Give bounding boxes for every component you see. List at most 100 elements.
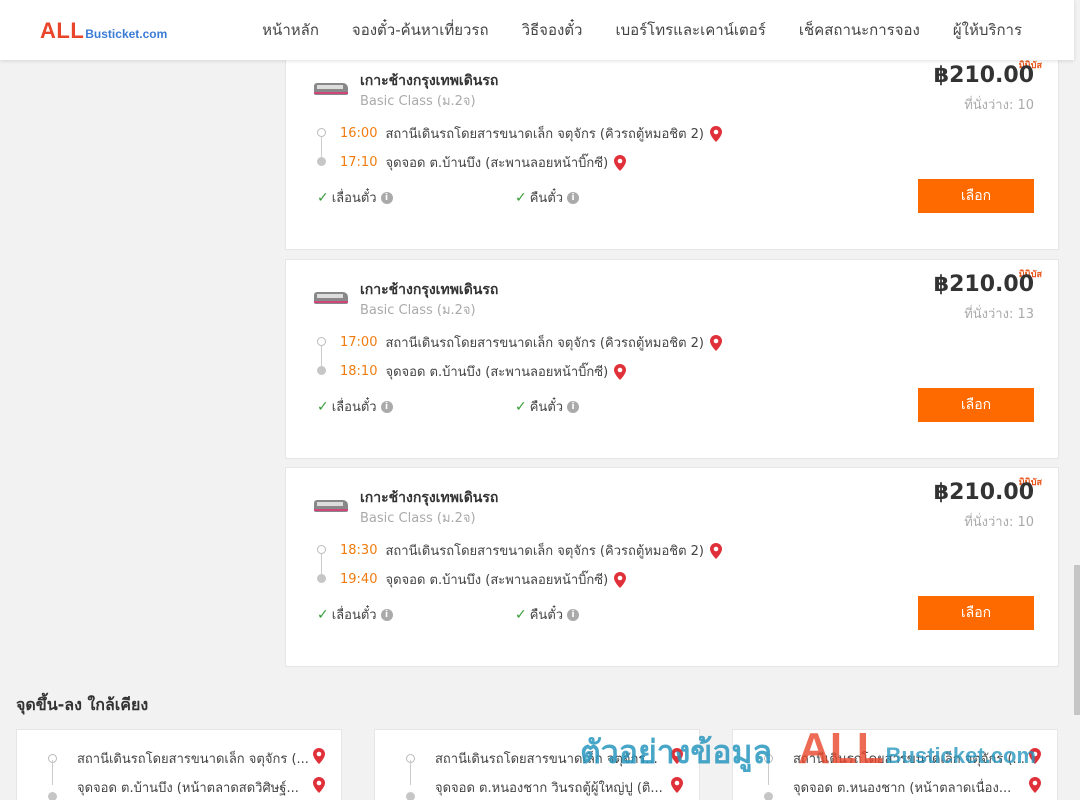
nearby-to-stop: จุดจอด ต.หนองชาก วินรถตู้ผู้ใหญ่ปู (ติ..…: [435, 781, 663, 796]
trip-price: ฿210.00: [933, 480, 1034, 505]
feature-refund: ✓ คืนตั๋ว i: [515, 396, 580, 417]
departure-time: 18:30: [340, 543, 378, 558]
feature-label: คืนตั๋ว: [529, 608, 564, 623]
select-trip-button[interactable]: เลือก: [918, 596, 1034, 630]
nav-how-to-book[interactable]: วิธีจองตั๋ว: [522, 18, 583, 42]
nav-operators[interactable]: ผู้ให้บริการ: [953, 18, 1022, 42]
arrival-dot: [317, 366, 326, 375]
departure-time: 16:00: [340, 126, 378, 141]
check-icon: ✓: [317, 606, 329, 623]
check-icon: ✓: [317, 398, 329, 415]
trip-price: ฿210.00: [933, 63, 1034, 88]
map-pin-icon[interactable]: [1029, 777, 1041, 793]
feature-reschedule: ✓ เลื่อนตั๋ว i: [317, 187, 393, 208]
feature-label: คืนตั๋ว: [529, 191, 564, 206]
nearby-to-stop: จุดจอด ต.บ้านบึง (หน้าตลาดสดวิศิษฐ์...: [77, 781, 299, 796]
bus-class: Basic Class (ม.2จ): [360, 94, 476, 109]
arrival-time: 19:40: [340, 572, 378, 587]
site-logo[interactable]: ALL Busticket.com: [40, 18, 167, 44]
timeline-line: [410, 760, 411, 785]
arrival-stop: 18:10 จุดจอด ต.บ้านบึง (สะพานลอยหน้าบิ๊ก…: [340, 361, 627, 382]
arrival-location: จุดจอด ต.บ้านบึง (สะพานลอยหน้าบิ๊กซี): [385, 573, 609, 588]
departure-dot: [317, 128, 326, 137]
map-pin-icon[interactable]: [614, 363, 627, 380]
timeline-line: [52, 760, 53, 785]
bus-icon: [314, 290, 350, 306]
check-icon: ✓: [515, 606, 527, 623]
site-header: ALL Busticket.com หน้าหลัก จองตั๋ว-ค้นหา…: [0, 0, 1074, 60]
operator-name: เกาะช้างกรุงเทพเดินรถ: [360, 73, 499, 89]
nearby-to-stop: จุดจอด ต.หนองชาก (หน้าตลาดเนื่อง...: [793, 781, 1012, 796]
to-dot: [406, 792, 415, 800]
select-trip-button[interactable]: เลือก: [918, 388, 1034, 422]
nav-book-search[interactable]: จองตั๋ว-ค้นหาเที่ยวรถ: [352, 18, 489, 42]
to-dot: [764, 792, 773, 800]
info-icon[interactable]: i: [567, 608, 580, 621]
arrival-dot: [317, 157, 326, 166]
timeline-line: [768, 760, 769, 785]
map-pin-icon[interactable]: [313, 748, 325, 764]
info-icon[interactable]: i: [567, 400, 580, 413]
bus-class: Basic Class (ม.2จ): [360, 303, 476, 318]
nearby-from-stop: สถานีเดินรถโดยสารขนาดเล็ก จตุจักร (...: [77, 752, 309, 767]
map-pin-icon[interactable]: [1029, 748, 1041, 764]
nearby-route-card[interactable]: สถานีเดินรถโดยสารขนาดเล็ก จตุจักร (... จ…: [16, 729, 342, 800]
departure-time: 17:00: [340, 335, 378, 350]
operator-name: เกาะช้างกรุงเทพเดินรถ: [360, 490, 499, 506]
arrival-stop: 19:40 จุดจอด ต.บ้านบึง (สะพานลอยหน้าบิ๊ก…: [340, 569, 627, 590]
feature-reschedule: ✓ เลื่อนตั๋ว i: [317, 396, 393, 417]
trip-card: มินิบัส เกาะช้างกรุงเทพเดินรถ Basic Clas…: [285, 50, 1059, 250]
arrival-stop: 17:10 จุดจอด ต.บ้านบึง (สะพานลอยหน้าบิ๊ก…: [340, 152, 627, 173]
page-scrollbar[interactable]: [1074, 0, 1080, 800]
nearby-from-stop: สถานีเดินรถโดยสารขนาดเล็ก จตุจักร (...: [793, 752, 1025, 767]
bus-icon: [314, 498, 350, 514]
departure-stop: 18:30 สถานีเดินรถโดยสารขนาดเล็ก จตุจักร …: [340, 540, 722, 561]
map-pin-icon[interactable]: [710, 334, 722, 351]
timeline-line: [321, 346, 322, 366]
scrollbar-thumb[interactable]: [1074, 565, 1080, 715]
departure-location: สถานีเดินรถโดยสารขนาดเล็ก จตุจักร (คิวรถ…: [385, 127, 704, 142]
timeline-line: [321, 554, 322, 574]
to-dot: [48, 792, 57, 800]
trip-card: มินิบัส เกาะช้างกรุงเทพเดินรถ Basic Clas…: [285, 259, 1059, 459]
map-pin-icon[interactable]: [614, 571, 627, 588]
map-pin-icon[interactable]: [614, 154, 627, 171]
trip-price: ฿210.00: [933, 272, 1034, 297]
select-trip-button[interactable]: เลือก: [918, 179, 1034, 213]
bus-class: Basic Class (ม.2จ): [360, 511, 476, 526]
check-icon: ✓: [515, 189, 527, 206]
check-icon: ✓: [317, 189, 329, 206]
arrival-location: จุดจอด ต.บ้านบึง (สะพานลอยหน้าบิ๊กซี): [385, 365, 609, 380]
departure-location: สถานีเดินรถโดยสารขนาดเล็ก จตุจักร (คิวรถ…: [385, 336, 704, 351]
nearby-route-card[interactable]: สถานีเดินรถโดยสารขนาดเล็ก จตุจักร (... จ…: [732, 729, 1058, 800]
seats-available: ที่นั่งว่าง: 10: [964, 98, 1034, 113]
nav-home[interactable]: หน้าหลัก: [262, 18, 319, 42]
feature-reschedule: ✓ เลื่อนตั๋ว i: [317, 604, 393, 625]
seats-available: ที่นั่งว่าง: 13: [964, 307, 1034, 322]
map-pin-icon[interactable]: [313, 777, 325, 793]
nearby-from-stop: สถานีเดินรถโดยสารขนาดเล็ก จตุจักร...: [435, 752, 658, 767]
nav-phone-counter[interactable]: เบอร์โทรและเคาน์เตอร์: [615, 18, 765, 42]
nav-check-booking[interactable]: เช็คสถานะการจอง: [799, 18, 920, 42]
map-pin-icon[interactable]: [710, 125, 722, 142]
operator-name: เกาะช้างกรุงเทพเดินรถ: [360, 282, 499, 298]
nearby-stops-heading: จุดขึ้น-ลง ใกล้เคียง: [16, 695, 149, 714]
timeline-line: [321, 137, 322, 157]
map-pin-icon[interactable]: [710, 542, 722, 559]
feature-label: คืนตั๋ว: [529, 400, 564, 415]
nearby-route-card[interactable]: สถานีเดินรถโดยสารขนาดเล็ก จตุจักร... จุด…: [374, 729, 700, 800]
feature-label: เลื่อนตั๋ว: [331, 608, 377, 623]
info-icon[interactable]: i: [380, 608, 393, 621]
departure-stop: 17:00 สถานีเดินรถโดยสารขนาดเล็ก จตุจักร …: [340, 332, 722, 353]
feature-label: เลื่อนตั๋ว: [331, 400, 377, 415]
feature-refund: ✓ คืนตั๋ว i: [515, 604, 580, 625]
logo-all: ALL: [40, 18, 85, 43]
info-icon[interactable]: i: [567, 191, 580, 204]
feature-label: เลื่อนตั๋ว: [331, 191, 377, 206]
info-icon[interactable]: i: [380, 191, 393, 204]
map-pin-icon[interactable]: [671, 777, 683, 793]
map-pin-icon[interactable]: [671, 748, 683, 764]
bus-icon: [314, 81, 350, 97]
arrival-dot: [317, 574, 326, 583]
info-icon[interactable]: i: [380, 400, 393, 413]
